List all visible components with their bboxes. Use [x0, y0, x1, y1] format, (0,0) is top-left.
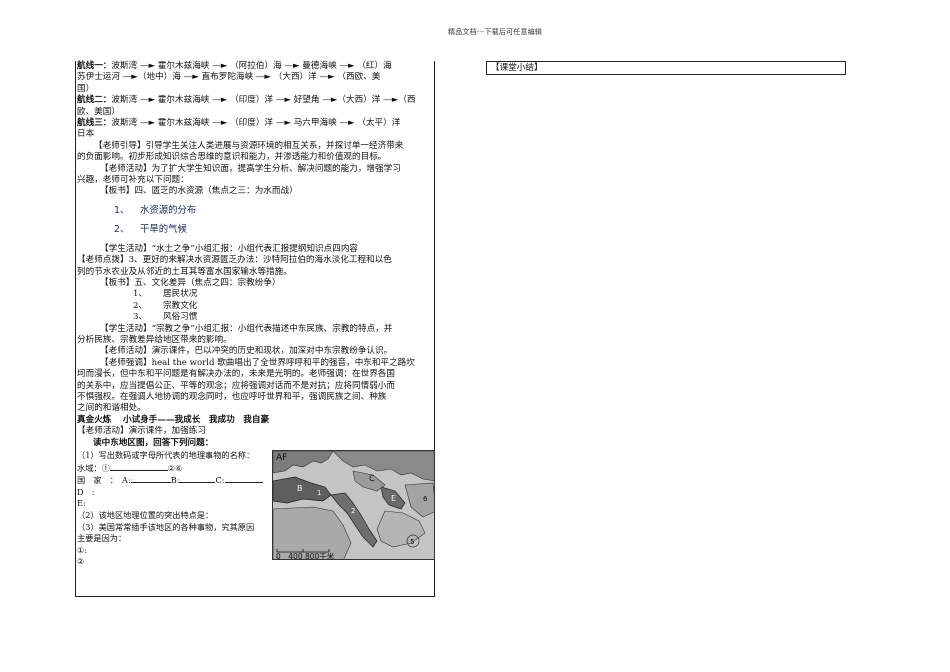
teacher-emphasis-line-4: 不惧强权。在强调人地协调的观念同时，也应呼吁世界和平，强调民族之间、种族: [77, 391, 387, 402]
route-2-line-2: 欧、美国）: [77, 106, 120, 117]
header-note: 精品文档---下载后可任意编辑: [448, 28, 543, 36]
question-1: （1）写出数码或字母所代表的地理事物的名称：: [77, 450, 255, 460]
board-section-5: 【板书】五、文化差异（焦点之四：宗教纷争）: [100, 277, 281, 288]
student-activity-religion-line-1: 【学生活动】“宗教之争”小组汇报：小组代表描述中东民族、宗教的特点，并: [100, 323, 393, 334]
class-summary-title: 【课堂小结】: [491, 63, 543, 73]
waters-answer-line: 水域：① ②⑥: [77, 462, 183, 473]
country-e-line: E:: [77, 498, 86, 509]
map-label-2: 2: [351, 507, 355, 515]
middle-east-map-drawing: AF B 1 2 C E 5 6 0 400 800千米: [273, 451, 434, 560]
culture-list-item: 1、 居民状况: [133, 289, 198, 300]
answer-blank[interactable]: [130, 474, 171, 484]
map-label-b: B: [297, 484, 303, 493]
teacher-emphasis-line-5: 之间的和谐相处。: [77, 403, 146, 414]
map-label-5: 5: [410, 538, 414, 546]
lesson-content-column: 航线一：波斯湾 —► 霍尔木兹海峡 —► （阿拉伯）海 —► 曼德海峡 —► （…: [75, 61, 435, 597]
culture-list-item: 3、 风俗习惯: [133, 312, 198, 323]
route-2-line-1: 航线二：波斯湾 —► 霍尔木兹海峡 —► （印度）洋 —► 好望角 —►（大西）…: [77, 95, 416, 106]
countries-answer-line: 国 家 ： A: B: C:D :: [77, 474, 272, 498]
exercise-questions: （1）写出数码或字母所代表的地理事物的名称： 水域：① ②⑥ 国 家 ： A: B:…: [77, 450, 272, 568]
map-label-c: C: [369, 474, 375, 483]
route-1-line-2: 苏伊士运河 —►（地中）海 —► 直布罗陀海峡 —► （大西）洋 —► （西欧、…: [77, 72, 381, 83]
teacher-emphasis-line-2: 坷而漫长，但中东和平问题是有解决办法的，未来是光明的。老师强调：在世界各国: [77, 369, 395, 380]
route-3-line-1: 航线三：波斯湾 —► 霍尔木兹海峡 —► （印度）洋 —► 马六甲海峡 —► （…: [77, 118, 401, 129]
route-1-line-1: 航线一：波斯湾 —► 霍尔木兹海峡 —► （阿拉伯）海 —► 曼德海峡 —► （…: [77, 61, 392, 71]
student-activity-water: 【学生活动】“水土之争”小组汇报：小组代表汇报提纲知识点四内容: [100, 243, 359, 254]
answer-blank[interactable]: [109, 462, 168, 471]
route-3-line-2: 日本: [77, 129, 95, 140]
answer-1: ①:: [77, 544, 88, 555]
answer-blank[interactable]: [224, 474, 263, 484]
teacher-guide-line-2: 的负面影响。初步形成知识综合思维的意识和能力，并渗透能力和价值观的目标。: [77, 152, 387, 163]
teacher-activity-line-2: 兴趣，老师可补充以下问题：: [77, 175, 189, 186]
teacher-activity-line-1: 【老师活动】为了扩大学生知识面，提高学生分析、解决问题的能力，增强学习: [100, 163, 401, 174]
question-3-line-2: 主要是因为：: [77, 533, 127, 544]
teacher-emphasis-line-1: 【老师强调】heal the world 歌曲唱出了全世界呼呼和平的强音，中东和…: [100, 357, 415, 368]
map-label-af: AF: [276, 453, 287, 463]
teacher-tip-line-1: 【老师点拨】3、更好的来解决水资源匮乏办法：沙特阿拉伯的海水淡化工程和以色: [77, 255, 392, 266]
heading-arid-climate: 2、 干旱的气候: [114, 224, 187, 236]
question-3-line-1: （3）美国常常插手该地区的各种事物，究其原因: [77, 521, 255, 532]
route-1-label: 航线一：: [77, 61, 112, 71]
student-activity-religion-line-2: 分析民族、宗教差异给地区带来的影响。: [77, 334, 232, 345]
teacher-activity-courseware: 【老师活动】演示课件，巴以冲突的历史和现状，加深对中东宗教纷争认识。: [100, 346, 393, 357]
teacher-emphasis-line-3: 的关系中，应当提倡公正、平等的观念；应将强调对话而不是对抗；应将同情弱小而: [77, 380, 395, 391]
answer-blank[interactable]: [179, 474, 216, 484]
culture-list-item: 2、 宗教文化: [133, 300, 198, 311]
practice-title: 真金火炼 小试身手——我成长 我成功 我自豪: [77, 414, 270, 425]
teacher-tip-line-2: 列的节水农业及从邻近的土耳其等富水国家输水等措施。: [77, 266, 292, 277]
question-2: （2）该地区地理位置的突出特点是：: [77, 509, 214, 520]
middle-east-map: AF B 1 2 C E 5 6 0 400 800千米: [272, 450, 435, 560]
teacher-guide-line-1: 【老师引导】引导学生关注人类进展与资源环境的相互关系，并探讨单一经济带来: [94, 140, 404, 151]
teacher-activity-practice: 【老师活动】演示课件，加强练习: [77, 426, 206, 437]
board-section-4: 【板书】四、匮乏的水资源（焦点之三：为水而战）: [100, 186, 298, 197]
map-instruction: 读中东地区图，回答下列问题：: [93, 437, 214, 448]
map-label-1: 1: [317, 489, 321, 497]
map-exercise: （1）写出数码或字母所代表的地理事物的名称： 水域：① ②⑥ 国 家 ： A: B:…: [76, 450, 435, 570]
map-scale: 0 400 800千米: [276, 551, 335, 560]
route-3-label: 航线三：: [77, 118, 112, 129]
route-2-label: 航线二：: [77, 95, 112, 106]
answer-2: ②: [77, 556, 85, 567]
map-label-6: 6: [423, 495, 428, 503]
route-1-line-3: 国）: [77, 83, 95, 94]
class-summary-box: 【课堂小结】: [486, 61, 846, 75]
heading-water-distribution: 1、 水资源的分布: [114, 204, 197, 216]
map-label-e: E: [391, 494, 396, 503]
